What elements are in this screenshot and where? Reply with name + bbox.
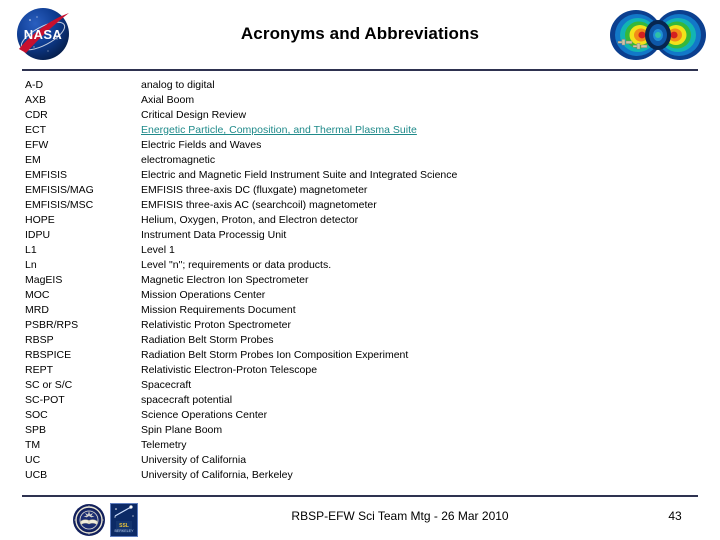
acronym-term: SC-POT bbox=[25, 394, 65, 406]
table-row: REPT Relativistic Electron-Proton Telesc… bbox=[0, 363, 720, 378]
table-row: SPB Spin Plane Boom bbox=[0, 423, 720, 438]
table-row: Ln Level "n"; requirements or data produ… bbox=[0, 258, 720, 273]
acronym-term: ECT bbox=[25, 124, 46, 136]
acronym-term: MagEIS bbox=[25, 274, 63, 286]
table-row: MRD Mission Requirements Document bbox=[0, 303, 720, 318]
acronym-definition: Relativistic Electron-Proton Telescope bbox=[141, 364, 318, 376]
svg-text:BERKELEY: BERKELEY bbox=[115, 529, 135, 533]
footer-divider bbox=[22, 495, 698, 497]
page-title: Acronyms and Abbreviations bbox=[240, 24, 480, 43]
acronym-definition: Level 1 bbox=[141, 244, 175, 256]
acronym-term: HOPE bbox=[25, 214, 55, 226]
acronym-definition: Level "n"; requirements or data products… bbox=[141, 259, 332, 271]
nasa-meatball-icon: NASA bbox=[12, 5, 74, 63]
table-row: UC University of California bbox=[0, 453, 720, 468]
acronym-term: RBSP bbox=[25, 334, 54, 346]
slide-header: NASA Acronyms and Abbreviations bbox=[0, 0, 720, 72]
acronym-term: REPT bbox=[25, 364, 54, 376]
acronym-table: A-D analog to digital AXB Axial Boom CDR… bbox=[0, 78, 720, 483]
acronym-term: Ln bbox=[25, 259, 37, 271]
acronym-definition: electromagnetic bbox=[141, 154, 216, 166]
table-row: EMFISIS Electric and Magnetic Field Inst… bbox=[0, 168, 720, 183]
table-row: UCB University of California, Berkeley bbox=[0, 468, 720, 483]
acronym-definition: Science Operations Center bbox=[141, 409, 268, 421]
acronym-term: A-D bbox=[25, 79, 44, 91]
acronym-term: EMFISIS bbox=[25, 169, 68, 181]
table-row: RBSPICE Radiation Belt Storm Probes Ion … bbox=[0, 348, 720, 363]
acronym-term: CDR bbox=[25, 109, 48, 121]
footer-meeting-text: RBSP-EFW Sci Team Mtg - 26 Mar 2010 bbox=[291, 509, 509, 523]
space-sciences-lab-icon: SSL BERKELEY bbox=[110, 503, 138, 537]
acronym-term: IDPU bbox=[25, 229, 51, 241]
acronym-definition: Radiation Belt Storm Probes bbox=[141, 334, 274, 346]
acronym-term: SC or S/C bbox=[25, 379, 73, 391]
table-row: A-D analog to digital bbox=[0, 78, 720, 93]
acronym-term: EMFISIS/MSC bbox=[25, 199, 94, 211]
table-row: MOC Mission Operations Center bbox=[0, 288, 720, 303]
acronym-definition: EMFISIS three-axis AC (searchcoil) magne… bbox=[141, 199, 377, 211]
svg-text:NASA: NASA bbox=[24, 27, 63, 42]
acronym-definition-link[interactable]: Energetic Particle, Composition, and The… bbox=[141, 123, 417, 138]
acronym-term: MRD bbox=[25, 304, 49, 316]
table-row: CDR Critical Design Review bbox=[0, 108, 720, 123]
table-row: TM Telemetry bbox=[0, 438, 720, 453]
acronym-term: UC bbox=[25, 454, 41, 466]
acronym-term: SPB bbox=[25, 424, 47, 436]
acronym-definition: Telemetry bbox=[141, 439, 187, 451]
rbsp-radiation-belt-icon bbox=[606, 6, 710, 64]
table-row: EM electromagnetic bbox=[0, 153, 720, 168]
acronym-term: SOC bbox=[25, 409, 48, 421]
table-row: EMFISIS/MAG EMFISIS three-axis DC (fluxg… bbox=[0, 183, 720, 198]
acronym-definition: Mission Requirements Document bbox=[141, 304, 296, 316]
table-row: HOPE Helium, Oxygen, Proton, and Electro… bbox=[0, 213, 720, 228]
table-row: PSBR/RPS Relativistic Proton Spectromete… bbox=[0, 318, 720, 333]
table-row: ECT Energetic Particle, Composition, and… bbox=[0, 123, 720, 138]
acronym-definition: University of California bbox=[141, 454, 247, 466]
acronym-term: MOC bbox=[25, 289, 50, 301]
acronym-definition: Helium, Oxygen, Proton, and Electron det… bbox=[141, 214, 359, 226]
footer-logos: SSL BERKELEY bbox=[72, 502, 144, 538]
acronym-term: PSBR/RPS bbox=[25, 319, 79, 331]
acronym-definition: Electric Fields and Waves bbox=[141, 139, 262, 151]
table-row: IDPU Instrument Data Processig Unit bbox=[0, 228, 720, 243]
acronym-definition: EMFISIS three-axis DC (fluxgate) magneto… bbox=[141, 184, 368, 196]
acronym-term: L1 bbox=[25, 244, 37, 256]
acronym-definition: Spin Plane Boom bbox=[141, 424, 223, 436]
table-row: SC or S/C Spacecraft bbox=[0, 378, 720, 393]
header-divider bbox=[22, 69, 698, 71]
acronym-definition: Electric and Magnetic Field Instrument S… bbox=[141, 169, 458, 181]
acronym-term: AXB bbox=[25, 94, 47, 106]
acronym-definition: University of California, Berkeley bbox=[141, 469, 293, 481]
table-row: RBSP Radiation Belt Storm Probes bbox=[0, 333, 720, 348]
acronym-definition: spacecraft potential bbox=[141, 394, 233, 406]
table-row: EMFISIS/MSC EMFISIS three-axis AC (searc… bbox=[0, 198, 720, 213]
acronym-definition: Radiation Belt Storm Probes Ion Composit… bbox=[141, 349, 409, 361]
acronym-term: TM bbox=[25, 439, 41, 451]
table-row: SOC Science Operations Center bbox=[0, 408, 720, 423]
acronym-term: EFW bbox=[25, 139, 49, 151]
acronym-definition: Critical Design Review bbox=[141, 109, 247, 121]
table-row: MagEIS Magnetic Electron Ion Spectromete… bbox=[0, 273, 720, 288]
acronym-definition: Axial Boom bbox=[141, 94, 195, 106]
acronym-term: RBSPICE bbox=[25, 349, 72, 361]
table-row: L1 Level 1 bbox=[0, 243, 720, 258]
acronym-term: UCB bbox=[25, 469, 48, 481]
acronym-term: EMFISIS/MAG bbox=[25, 184, 94, 196]
acronym-definition: Instrument Data Processig Unit bbox=[141, 229, 287, 241]
page-number: 43 bbox=[668, 509, 682, 523]
table-row: SC-POT spacecraft potential bbox=[0, 393, 720, 408]
slide-footer: SSL BERKELEY RBSP-EFW Sci Team Mtg - 26 … bbox=[0, 498, 720, 540]
acronym-definition: Magnetic Electron Ion Spectrometer bbox=[141, 274, 309, 286]
uc-berkeley-seal-icon bbox=[72, 503, 106, 537]
acronym-definition: Mission Operations Center bbox=[141, 289, 266, 301]
acronym-term: EM bbox=[25, 154, 41, 166]
table-row: AXB Axial Boom bbox=[0, 93, 720, 108]
acronym-definition: analog to digital bbox=[141, 79, 215, 91]
acronym-definition: Relativistic Proton Spectrometer bbox=[141, 319, 291, 331]
acronym-definition: Spacecraft bbox=[141, 379, 192, 391]
table-row: EFW Electric Fields and Waves bbox=[0, 138, 720, 153]
